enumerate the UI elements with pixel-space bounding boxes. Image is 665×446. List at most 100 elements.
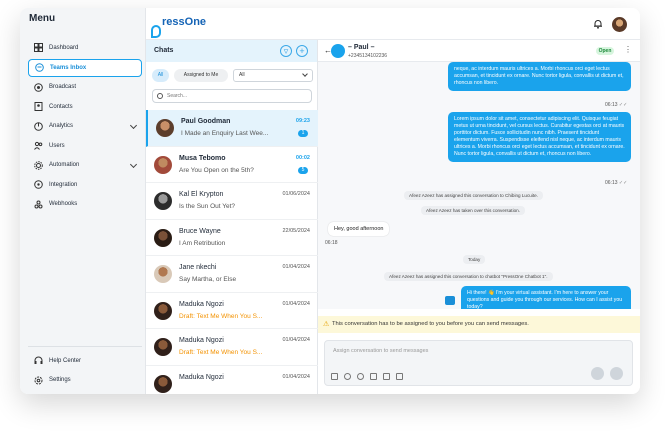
sidebar-item-broadcast[interactable]: Broadcast [28,78,142,98]
sidebar-item-webhooks[interactable]: Webhooks [28,195,142,215]
avatar[interactable] [612,17,627,32]
pressone-logo[interactable]: PressOne [151,16,206,38]
sidebar-nav: Dashboard Teams Inbox Broadcast Contacts… [28,38,142,214]
date-divider: Today [463,255,486,264]
contact-name: Kal El Krypton [179,191,224,198]
chats-panel: Chats ▿ + All Assigned to Me All Search.… [146,40,318,394]
webhooks-icon [34,200,43,209]
sidebar-item-label: Settings [49,377,71,384]
video-icon[interactable] [383,373,390,380]
image-icon[interactable] [370,373,377,380]
camera-icon[interactable] [331,373,338,380]
sidebar: Menu Dashboard Teams Inbox Broadcast Con… [20,8,146,394]
chat-bubble-icon [35,63,44,72]
sidebar-item-settings[interactable]: Settings [28,371,142,391]
sidebar-item-label: Contacts [49,103,73,110]
gear-icon [34,376,43,385]
chat-row[interactable]: Bruce Wayne I Am Retribution 22/05/2024 [146,220,318,256]
chats-title: Chats [154,47,174,54]
conversation-header: ← – Paul – +2345134102236 Open ⋮ [318,40,640,62]
avatar [154,228,172,247]
document-icon[interactable] [396,373,403,380]
bot-message: Hi there! 👋 I'm your virtual assistant. … [461,286,631,309]
chat-row[interactable]: Musa Tebomo Are You Open on the 5th? 00:… [146,147,318,183]
avatar [154,301,172,320]
message-thread: neque, ac interdum mauris ultrices a. Mo… [318,62,640,309]
lightning-icon[interactable] [344,373,351,380]
contact-name: Musa Tebomo [179,154,226,162]
sidebar-item-label: Integration [49,181,78,188]
message-date: 01/06/2024 [282,191,310,197]
contacts-icon [34,102,43,112]
more-options-icon[interactable]: ⋮ [624,45,632,54]
sidebar-bottom: Help Center Settings [28,346,142,390]
status-select[interactable]: All [233,69,313,82]
chat-row[interactable]: Maduka Ngozi Draft: Text Me When You S..… [146,293,318,329]
contact-name: Maduka Ngozi [179,373,224,381]
avatar [331,44,345,58]
search-icon [157,93,163,99]
message-time: 06:13 ✓✓ [605,180,627,186]
warning-icon: ⚠ [323,321,330,328]
sidebar-item-automation[interactable]: Automation [28,156,142,176]
message-time: 09:23 [295,118,310,124]
message-composer[interactable]: Assign conversation to send messages [324,340,633,386]
chat-row[interactable]: Paul Goodman I Made an Enquiry Last Wee.… [146,110,318,147]
app-window: Menu Dashboard Teams Inbox Broadcast Con… [20,8,640,394]
chat-row[interactable]: Jane nkechi Say Martha, or Else 01/04/20… [146,256,318,293]
search-placeholder: Search... [167,93,188,99]
logo-p-mark: P [151,25,161,38]
top-bar: PressOne [146,8,640,40]
message-date: 22/05/2024 [282,227,310,234]
logo-text: ressOne [162,16,207,28]
sidebar-item-integration[interactable]: Integration [28,175,142,195]
chat-row[interactable]: Kal El Krypton Is the Sun Out Yet? 01/06… [146,183,318,220]
message-date: 01/04/2024 [282,300,310,307]
last-message: Are You Open on the 5th? [179,166,254,174]
sidebar-item-users[interactable]: Users [28,136,142,156]
add-chat-button[interactable]: + [296,45,308,57]
warning-text: This conversation has to be assigned to … [332,321,529,327]
draft-message: Draft: Text Me When You S... [179,349,263,356]
assignment-warning: ⚠ This conversation has to be assigned t… [318,316,640,333]
send-button[interactable] [610,367,623,380]
double-check-icon: ✓✓ [618,102,628,108]
message-time: 00:02 [295,154,310,161]
sidebar-item-contacts[interactable]: Contacts [28,97,142,117]
message-date: 01/04/2024 [282,373,310,380]
chat-row[interactable]: Maduka Ngozi Draft: Text Me When You S..… [146,329,318,366]
contact-name: Jane nkechi [179,264,217,271]
avatar [154,265,172,283]
sidebar-item-label: Help Center [49,357,82,364]
contact-name: Maduka Ngozi [179,300,224,308]
sidebar-item-teams-inbox[interactable]: Teams Inbox [28,58,142,77]
sidebar-item-analytics[interactable]: Analytics [28,117,142,137]
sidebar-item-dashboard[interactable]: Dashboard [28,38,142,58]
contact-name: Bruce Wayne [179,227,221,235]
chevron-down-icon [302,71,308,77]
chevron-down-icon[interactable] [129,121,138,129]
conversation-panel: ← – Paul – +2345134102236 Open ⋮ neque, … [318,40,640,394]
chevron-down-icon[interactable] [129,160,138,168]
chat-row[interactable]: Maduka Ngozi 01/04/2024 [146,366,318,395]
filter-assigned-chip[interactable]: Assigned to Me [174,69,228,82]
last-message: I Am Retribution [179,239,226,247]
message-time: 06:18 [325,240,338,246]
incoming-message: Hey, good afternoon [328,222,390,236]
bell-icon[interactable] [593,19,603,29]
contact-name: Paul Goodman [181,118,231,125]
sidebar-item-help-center[interactable]: Help Center [28,351,142,371]
message-time-text: 06:13 [605,102,618,108]
system-message: Afeez Azeez has assigned this conversati… [404,191,543,200]
dashboard-icon [34,43,43,53]
analytics-icon [34,121,43,131]
search-input[interactable]: Search... [152,89,312,103]
emoji-icon[interactable] [357,373,364,380]
headset-icon [34,356,43,365]
system-message: Afeez Azeez has assigned this conversati… [384,272,553,281]
filter-icon[interactable]: ▿ [280,45,292,57]
contact-phone: +2345134102236 [348,53,388,59]
filter-all-chip[interactable]: All [152,69,169,82]
last-message: I Made an Enquiry Last Wee... [181,130,269,137]
mic-button[interactable] [591,367,604,380]
